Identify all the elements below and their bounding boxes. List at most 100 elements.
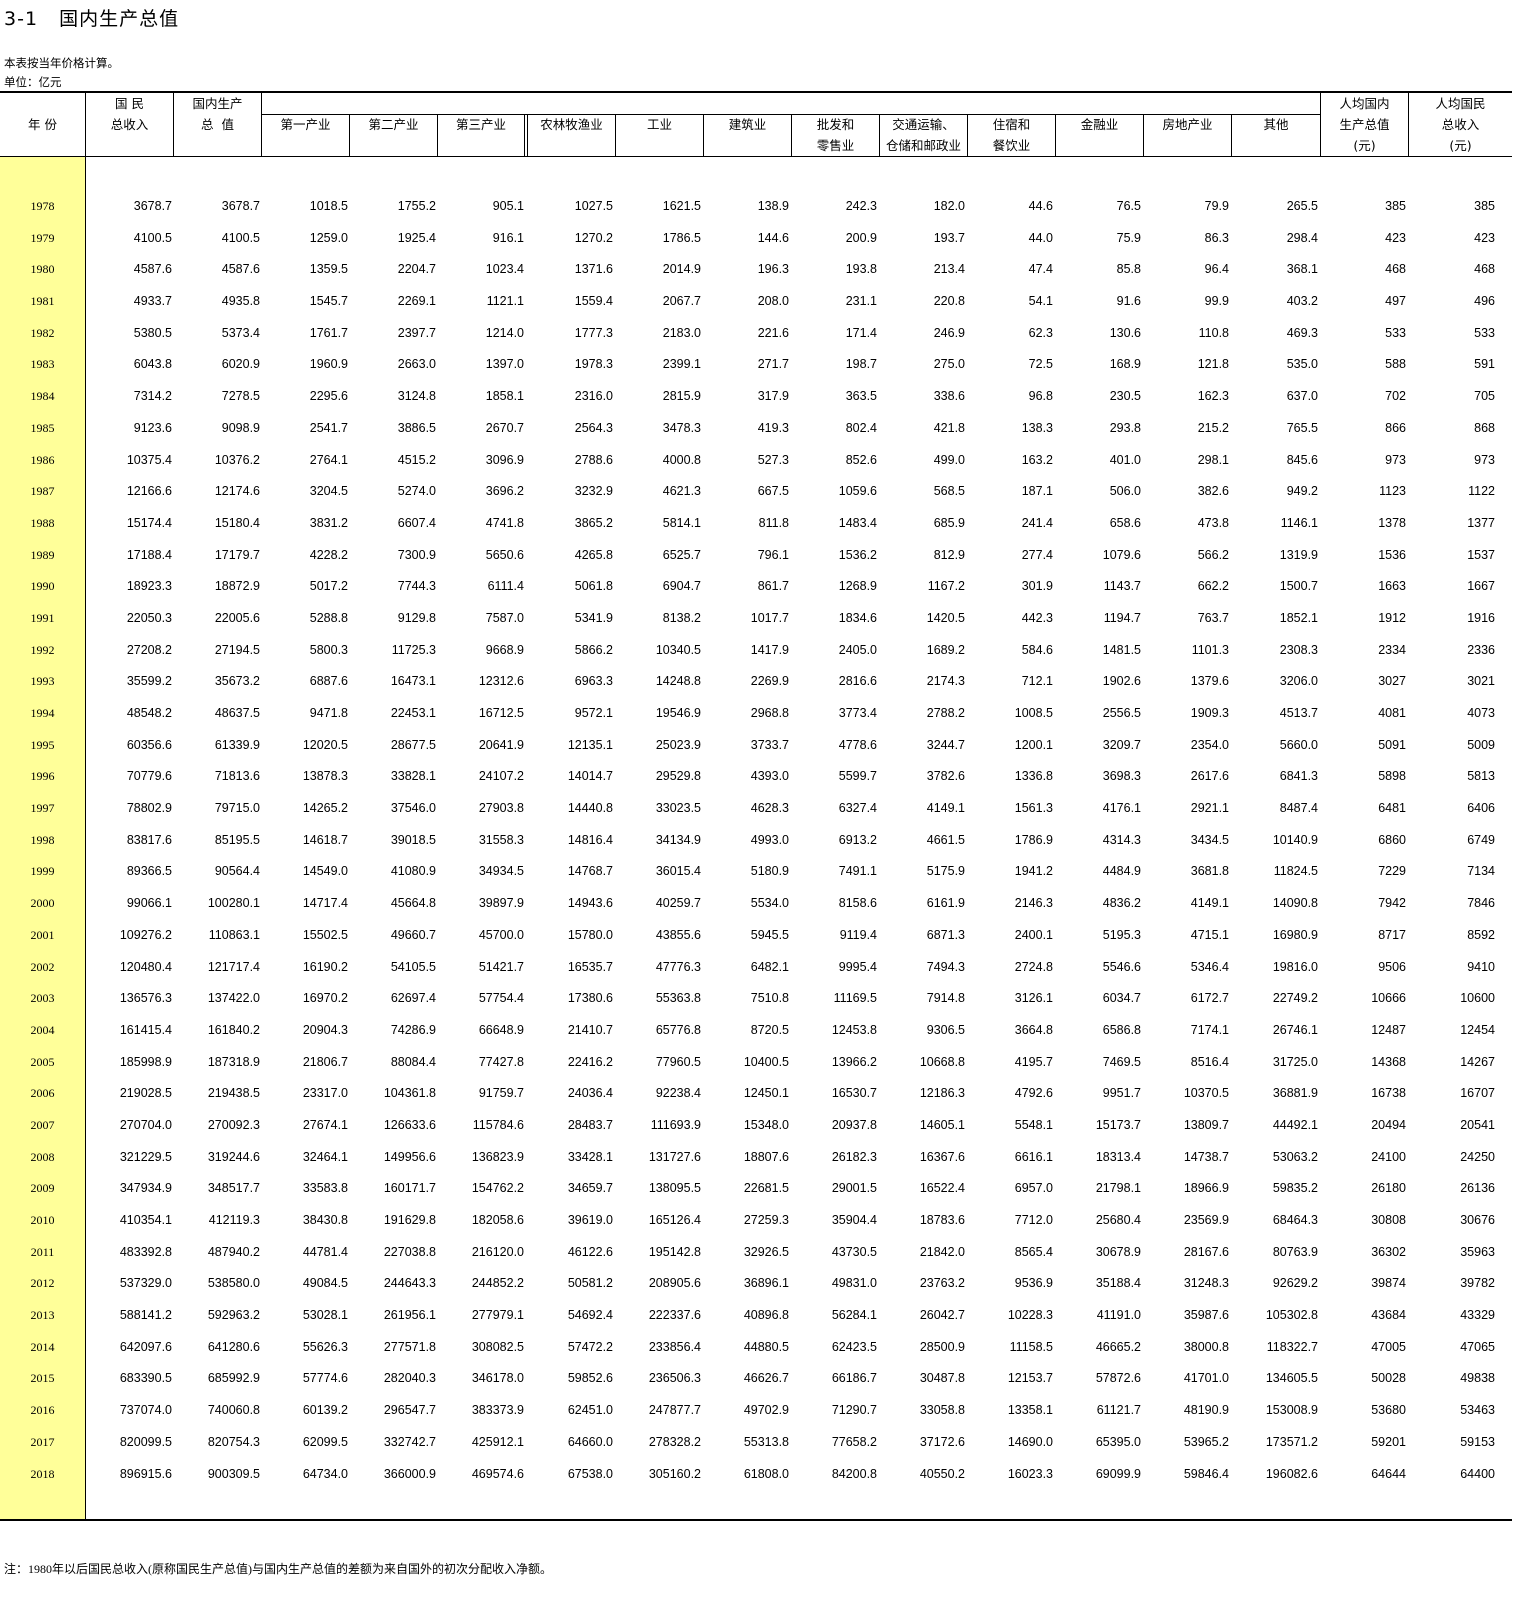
finance-cell: 57872.6 [1095, 1371, 1141, 1386]
table-row: 2011 483392.8 487940.2 44781.4 227038.8 21612… [0, 1237, 1512, 1269]
gni-cell: 120480.4 [119, 959, 172, 974]
tertiary-cell: 4741.8 [485, 515, 524, 530]
gdp-cell: 10376.2 [214, 452, 260, 467]
secondary-cell: 2397.7 [397, 325, 436, 340]
tertiary-cell: 154762.2 [471, 1181, 524, 1196]
transport-cell: 16522.4 [919, 1181, 965, 1196]
gdp-cell: 7278.5 [221, 389, 260, 404]
realestate-cell: 121.8 [1197, 357, 1229, 372]
primary-cell: 5017.2 [309, 579, 348, 594]
industry-cell: 36015.4 [655, 864, 701, 879]
gdp-per-capita-cell: 59201 [1371, 1434, 1406, 1449]
gdp-cell: 90564.4 [214, 864, 260, 879]
realestate-cell: 23569.9 [1183, 1213, 1229, 1227]
construction-cell: 32926.5 [743, 1244, 789, 1259]
tertiary-cell: 182058.6 [471, 1213, 524, 1227]
trade-cell: 2405.0 [838, 642, 877, 657]
year-cell: 2002 [30, 959, 55, 974]
transport-cell: 21842.0 [919, 1244, 965, 1259]
gdp-cell: 685992.9 [207, 1371, 260, 1386]
gdp-cell: 121717.4 [207, 959, 260, 974]
realestate-cell: 8516.4 [1190, 1054, 1229, 1069]
finance-cell: 130.6 [1109, 325, 1141, 340]
trade-cell: 1059.6 [838, 484, 877, 499]
gni-per-capita-cell: 591 [1474, 357, 1495, 372]
primary-cell: 32464.1 [302, 1149, 348, 1164]
gdp-per-capita-cell: 533 [1385, 325, 1406, 340]
gni-cell: 35599.2 [126, 674, 172, 689]
transport-cell: 275.0 [933, 357, 965, 372]
trade-cell: 1268.9 [838, 579, 877, 594]
other-cell: 22749.2 [1272, 991, 1318, 1006]
primary-cell: 2295.6 [309, 389, 348, 404]
agri-cell: 15780.0 [567, 927, 613, 942]
year-cell: 1990 [30, 579, 55, 594]
tertiary-cell: 45700.0 [478, 927, 524, 942]
construction-cell: 36896.1 [743, 1276, 789, 1291]
tertiary-cell: 308082.5 [471, 1339, 524, 1354]
gdp-cell: 219438.5 [207, 1086, 260, 1101]
gni-cell: 109276.2 [119, 927, 172, 942]
gdp-per-capita-cell: 30808 [1371, 1213, 1406, 1227]
transport-cell: 37172.6 [919, 1434, 965, 1449]
realestate-cell: 215.2 [1197, 420, 1229, 435]
trade-cell: 6913.2 [838, 832, 877, 847]
finance-cell: 15173.7 [1095, 1117, 1141, 1132]
construction-cell: 419.3 [757, 420, 789, 435]
finance-cell: 1481.5 [1102, 642, 1141, 657]
table-row: 1987 12166.6 12174.6 3204.5 5274.0 3696.2 3232… [0, 476, 1512, 508]
realestate-cell: 566.2 [1197, 547, 1229, 562]
industry-cell: 305160.2 [648, 1466, 701, 1481]
finance-cell: 5546.6 [1102, 959, 1141, 974]
tertiary-cell: 905.1 [492, 199, 524, 213]
table-row: 2014 642097.6 641280.6 55626.3 277571.8 30808… [0, 1332, 1512, 1364]
gdp-cell: 412119.3 [208, 1213, 260, 1227]
industry-cell: 2067.7 [662, 294, 701, 309]
transport-cell: 182.0 [933, 199, 965, 213]
construction-cell: 46626.7 [743, 1371, 789, 1386]
construction-cell: 22681.5 [743, 1181, 789, 1196]
header-gdp-pc-line2: 生产总值 [1339, 117, 1390, 132]
other-cell: 1852.1 [1279, 610, 1318, 625]
gdp-per-capita-cell: 53680 [1371, 1403, 1406, 1418]
transport-cell: 40550.2 [919, 1466, 965, 1481]
transport-cell: 3782.6 [926, 769, 965, 784]
gdp-cell: 137422.0 [207, 991, 260, 1006]
table-body: 1978 3678.7 3678.7 1018.5 1755.2 905.1 1027.5 1… [0, 191, 1512, 1490]
year-cell: 2017 [30, 1434, 55, 1449]
gni-cell: 820099.5 [119, 1434, 172, 1449]
secondary-cell: 11725.3 [391, 642, 436, 657]
transport-cell: 23763.2 [919, 1276, 965, 1291]
hotel-cell: 241.4 [1021, 515, 1053, 530]
year-cell: 1996 [30, 769, 55, 784]
transport-cell: 421.8 [933, 420, 965, 435]
finance-cell: 35188.4 [1095, 1276, 1141, 1291]
realestate-cell: 28167.6 [1183, 1244, 1229, 1259]
construction-cell: 861.7 [757, 579, 789, 594]
finance-cell: 41191.0 [1096, 1308, 1141, 1323]
transport-cell: 4661.5 [926, 832, 965, 847]
gni-per-capita-cell: 705 [1474, 389, 1495, 404]
secondary-cell: 244643.3 [383, 1276, 436, 1291]
year-cell: 1984 [30, 389, 55, 404]
finance-cell: 1194.7 [1103, 610, 1141, 625]
header-gni-pc-line1: 人均国民 [1435, 96, 1486, 111]
gni-per-capita-cell: 973 [1474, 452, 1495, 467]
gni-cell: 483392.8 [119, 1244, 172, 1259]
construction-cell: 1417.9 [750, 642, 789, 657]
transport-cell: 193.7 [933, 230, 965, 245]
year-cell: 2007 [30, 1117, 55, 1132]
secondary-cell: 104361.8 [383, 1086, 436, 1101]
secondary-cell: 16473.1 [390, 674, 436, 689]
gni-cell: 89366.5 [126, 864, 172, 879]
hotel-cell: 442.3 [1021, 610, 1053, 625]
hotel-cell: 277.4 [1021, 547, 1053, 562]
realestate-cell: 48190.9 [1183, 1403, 1229, 1418]
finance-cell: 1143.7 [1103, 579, 1141, 594]
hotel-cell: 187.1 [1021, 484, 1053, 499]
tertiary-cell: 34934.5 [478, 864, 524, 879]
finance-cell: 61121.7 [1096, 1403, 1141, 1418]
gni-cell: 78802.9 [126, 801, 172, 816]
gdp-per-capita-cell: 6860 [1378, 832, 1406, 847]
transport-cell: 5175.9 [926, 864, 965, 879]
